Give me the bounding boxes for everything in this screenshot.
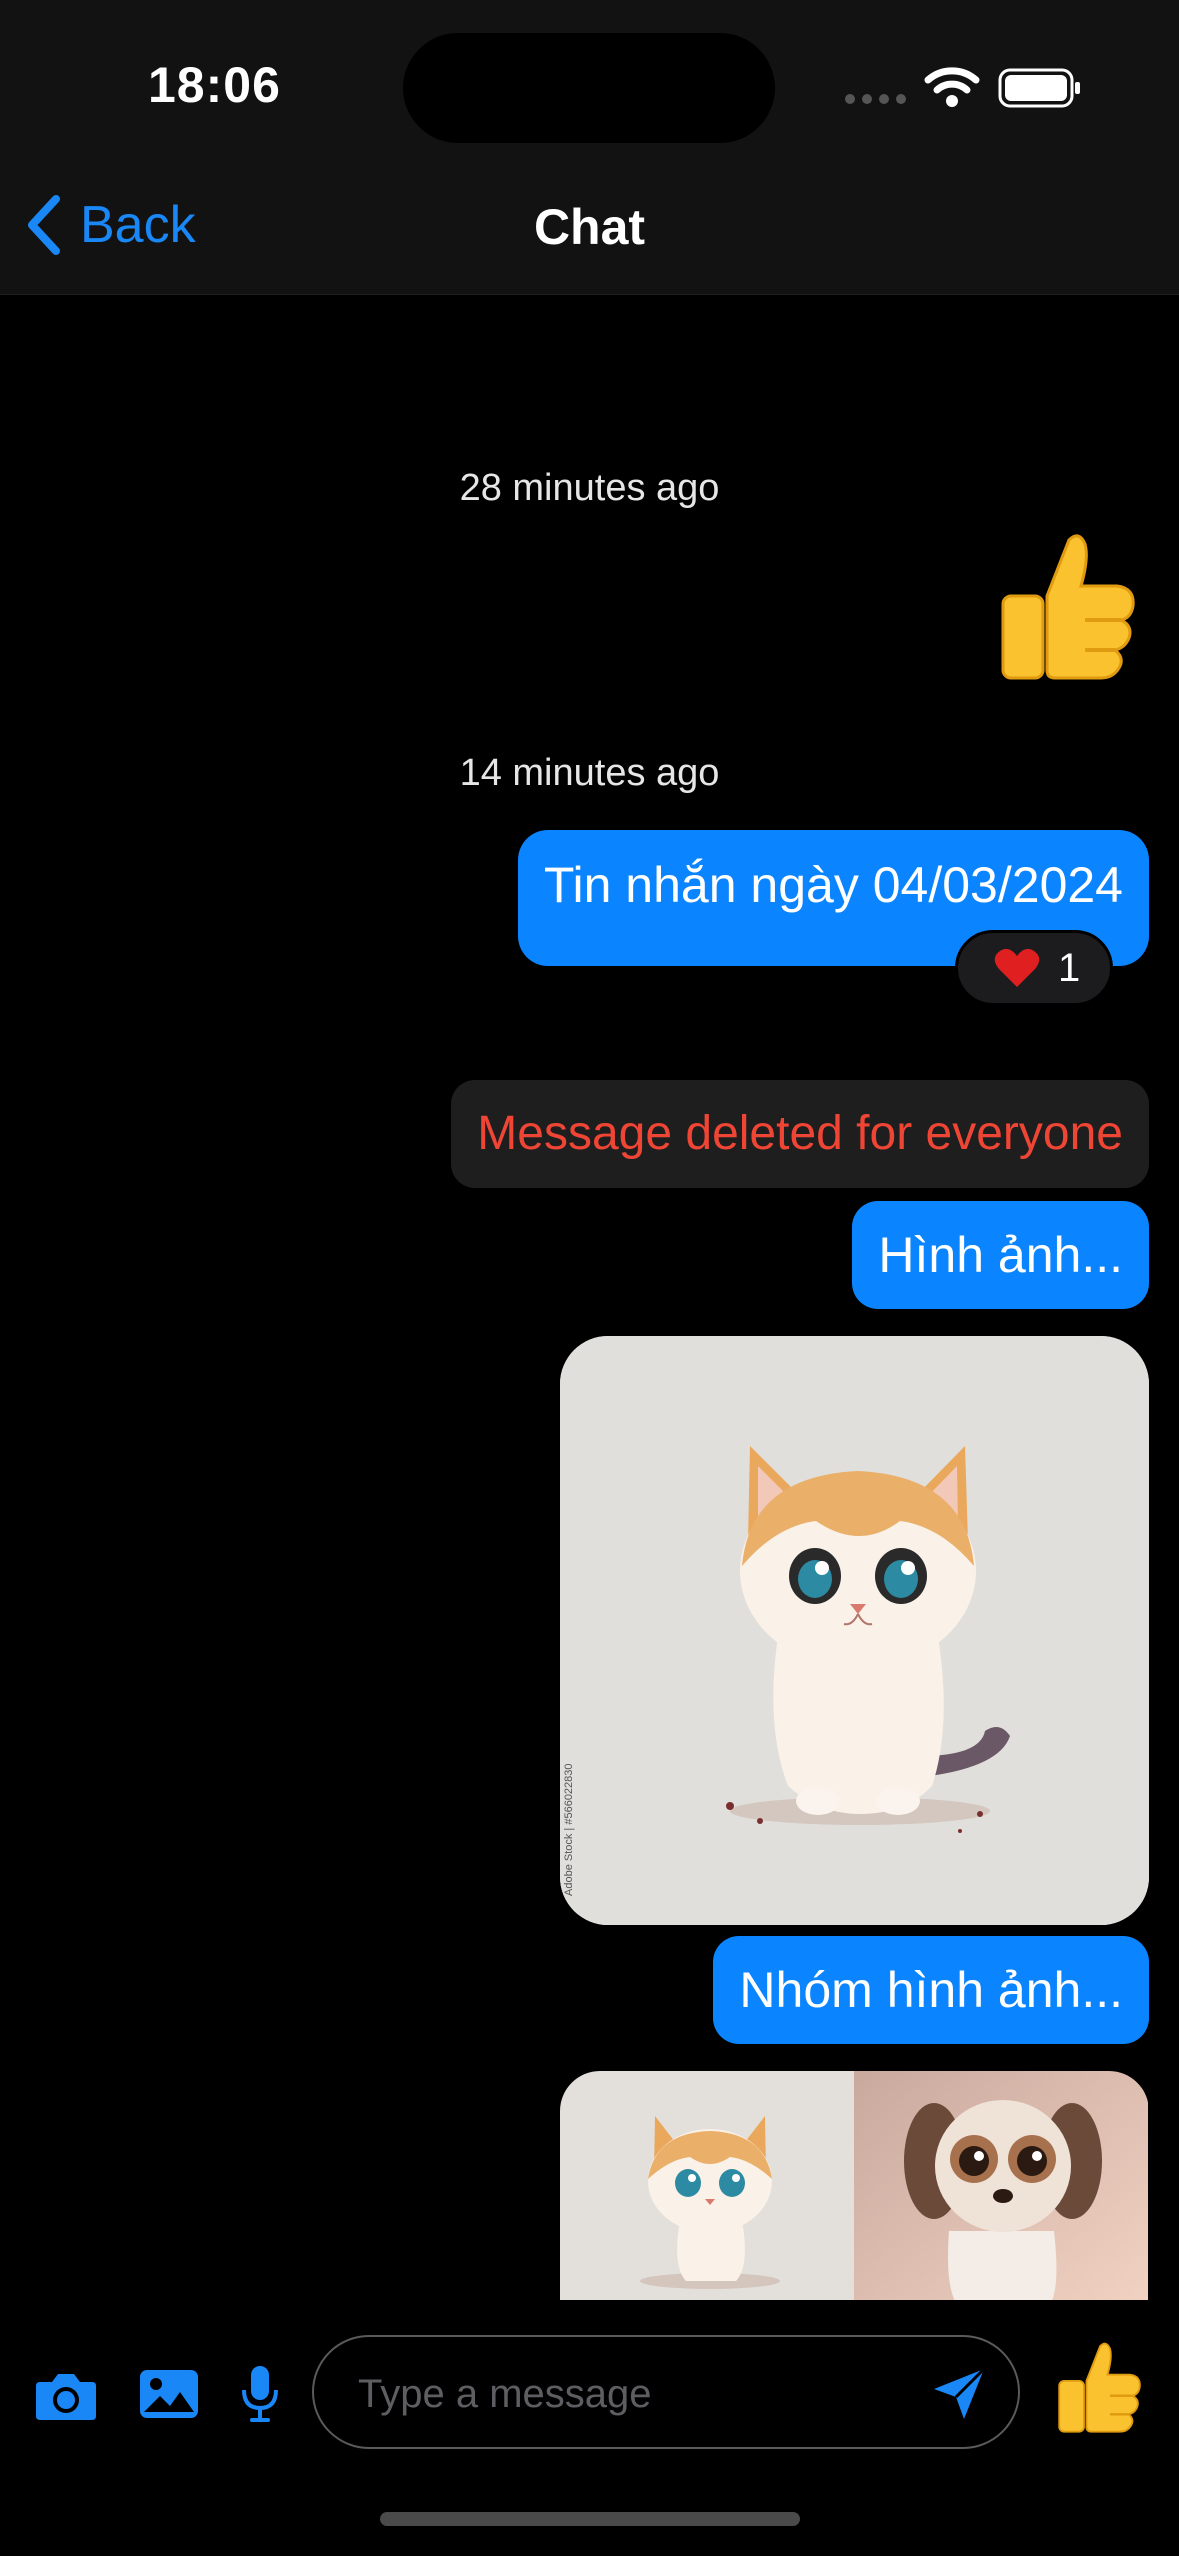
- message-input[interactable]: [356, 2367, 900, 2421]
- wifi-icon: [924, 67, 980, 107]
- image-attachment-cat[interactable]: Adobe Stock | #566022830: [560, 1336, 1149, 1925]
- status-bar: 18:06: [0, 0, 1179, 160]
- message-text: Tin nhắn ngày 04/03/2024: [543, 857, 1123, 913]
- battery-icon: [998, 68, 1080, 108]
- microphone-icon[interactable]: [240, 2364, 280, 2424]
- image-thumbnail-puppy[interactable]: [854, 2071, 1148, 2300]
- message-text: Hình ảnh...: [878, 1227, 1123, 1283]
- cat-illustration: Adobe Stock | #566022830: [560, 1336, 1149, 1925]
- deleted-message: Message deleted for everyone: [451, 1080, 1149, 1188]
- home-indicator[interactable]: [380, 2512, 800, 2526]
- dynamic-island: [403, 33, 775, 143]
- message-timestamp: 14 minutes ago: [459, 752, 720, 794]
- image-thumbnail-cat[interactable]: [560, 2071, 854, 2300]
- thumbs-up-icon[interactable]: [1050, 2340, 1144, 2436]
- photo-library-icon[interactable]: [138, 2368, 200, 2420]
- message-input-bar: [0, 2300, 1179, 2500]
- navigation-bar: Back Chat: [0, 160, 1179, 295]
- reaction-count: 1: [1058, 945, 1081, 990]
- message-text: Nhóm hình ảnh...: [739, 1962, 1123, 2018]
- page-title: Chat: [533, 199, 646, 255]
- reaction-badge[interactable]: 1: [955, 930, 1114, 1006]
- sent-message-bubble[interactable]: Hình ảnh...: [852, 1201, 1149, 1309]
- image-group-attachment[interactable]: [560, 2071, 1149, 2300]
- status-time: 18:06: [148, 57, 281, 113]
- cellular-signal-icon: [845, 94, 906, 104]
- thumbs-up-icon[interactable]: [989, 530, 1139, 685]
- sent-message-bubble[interactable]: Nhóm hình ảnh...: [713, 1936, 1149, 2044]
- message-timestamp: 28 minutes ago: [459, 467, 720, 509]
- chat-messages[interactable]: 28 minutes ago 14 minutes ago Tin nhắn n…: [0, 295, 1179, 2300]
- svg-text:Adobe Stock | #566022830: Adobe Stock | #566022830: [563, 1763, 575, 1896]
- camera-icon[interactable]: [34, 2370, 98, 2422]
- send-icon[interactable]: [930, 2365, 988, 2423]
- message-field[interactable]: [312, 2335, 1020, 2449]
- heart-icon: [994, 948, 1040, 987]
